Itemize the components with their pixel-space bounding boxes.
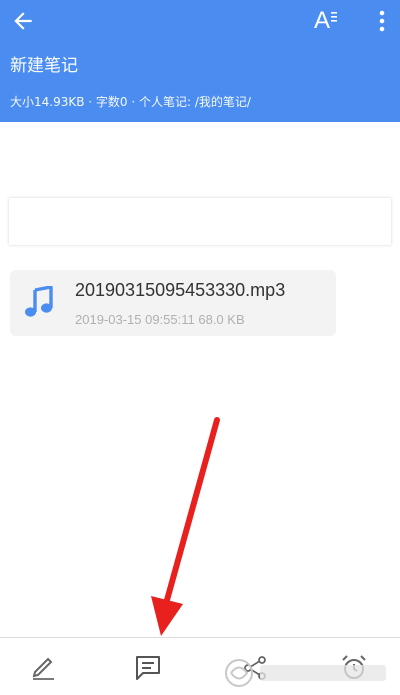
attachment-filename: 20190315095453330.mp3 [75,280,286,300]
audio-attachment[interactable]: 20190315095453330.mp3 2019-03-15 09:55:1… [10,270,336,336]
pencil-icon[interactable] [30,654,58,682]
watermark-logo-icon [225,659,386,687]
note-title[interactable]: 新建笔记 [10,55,78,77]
more-vertical-icon[interactable] [372,10,392,32]
arrow-left-icon[interactable] [10,8,36,34]
font-size-button[interactable]: A [314,6,342,36]
note-body-field[interactable] [9,198,391,245]
comment-icon[interactable] [134,654,162,682]
music-note-icon [25,286,53,317]
font-size-label: A [314,7,331,34]
note-header: A 新建笔记 大小14.93KB · 字数0 · 个人笔记: /我的笔记/ [0,0,400,122]
note-meta: 大小14.93KB · 字数0 · 个人笔记: /我的笔记/ [10,95,251,109]
attachment-info: 2019-03-15 09:55:11 68.0 KB [75,312,245,327]
text-lines-icon [331,12,337,22]
